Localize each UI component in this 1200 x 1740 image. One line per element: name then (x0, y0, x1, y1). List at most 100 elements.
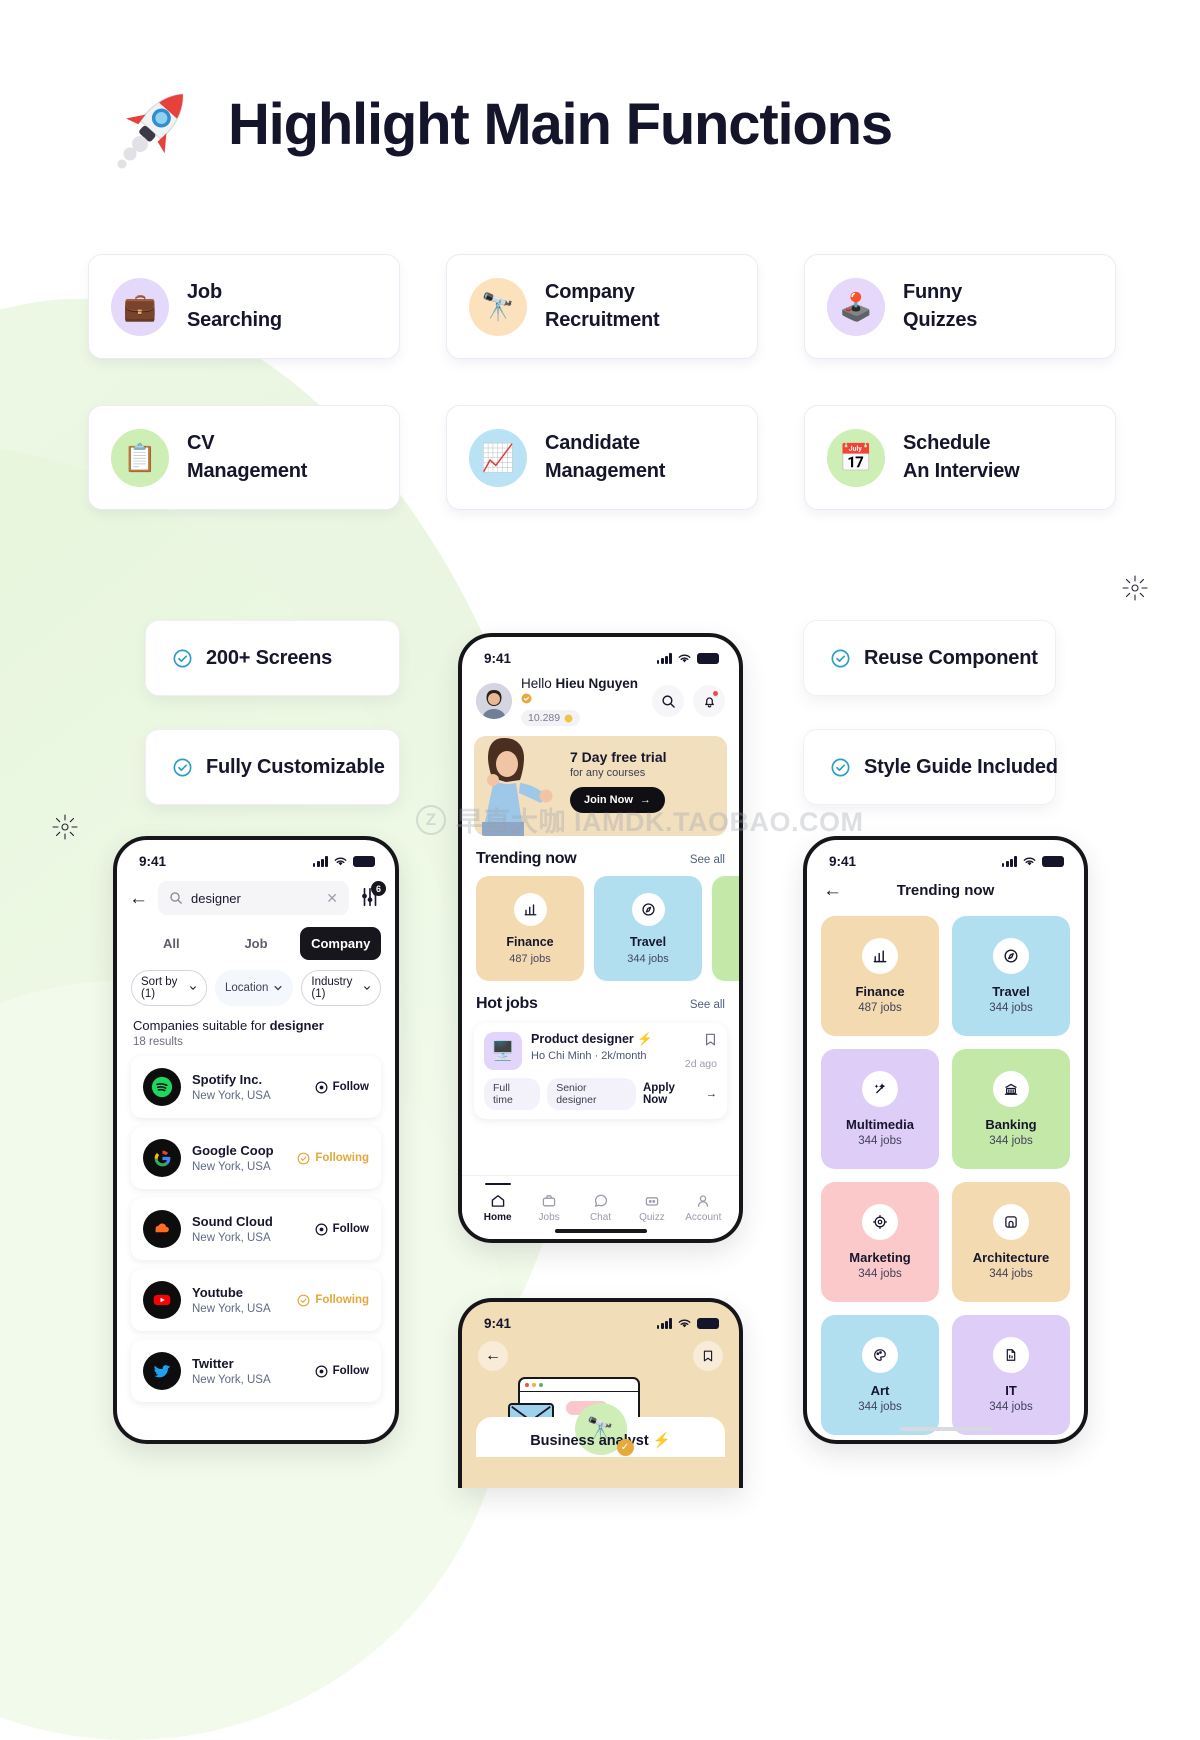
feature-card-job-searching[interactable]: 💼 Job Searching (88, 254, 400, 359)
trending-card-next[interactable] (712, 876, 739, 981)
back-arrow-icon[interactable]: ← (129, 889, 148, 908)
search-input[interactable]: designer ✕ (158, 881, 349, 915)
feature-card-label: CV Management (187, 430, 307, 485)
join-now-button[interactable]: Join Now → (570, 787, 665, 813)
home-header: Hello Hieu Nguyen 10.289 (462, 670, 739, 736)
tab-jobs[interactable]: Jobs (523, 1183, 574, 1223)
lightning-icon: ⚡ (652, 1433, 671, 1449)
badge-card-screens[interactable]: 200+ Screens (145, 620, 400, 696)
chip-sort-by[interactable]: Sort by (1) (131, 970, 207, 1006)
banner-photo (474, 736, 570, 836)
home-indicator (554, 1229, 647, 1233)
feature-card-schedule-interview[interactable]: 📅 Schedule An Interview (804, 405, 1116, 510)
tab-indicator-placeholder (690, 1183, 716, 1186)
clear-icon[interactable]: ✕ (326, 890, 338, 907)
notifications-button[interactable] (693, 685, 725, 717)
badge-card-reuse-component[interactable]: Reuse Component (803, 620, 1056, 696)
list-item[interactable]: Spotify Inc. New York, USA Follow (131, 1056, 381, 1118)
feature-card-cv-management[interactable]: 📋 CV Management (88, 405, 400, 510)
magic-wand-icon (862, 1071, 898, 1107)
hot-jobs-section-header: Hot jobs See all (462, 981, 739, 1021)
chip-industry[interactable]: Industry (1) (301, 970, 381, 1006)
badge-card-style-guide[interactable]: Style Guide Included (803, 729, 1058, 805)
tab-company[interactable]: Company (300, 927, 382, 960)
list-item[interactable]: Youtube New York, USA Following (131, 1269, 381, 1331)
list-item[interactable]: Sound Cloud New York, USA Follow (131, 1198, 381, 1260)
category-card-architecture[interactable]: Architecture 344 jobs (952, 1182, 1070, 1302)
category-name: Travel (992, 984, 1030, 999)
following-button[interactable]: Following (297, 1152, 369, 1165)
filter-button[interactable]: 6 (359, 881, 386, 910)
tab-quizz[interactable]: Quizz (626, 1183, 677, 1223)
avatar[interactable] (476, 683, 512, 719)
hot-job-posted: 2d ago (684, 1058, 717, 1070)
tab-home[interactable]: Home (472, 1182, 523, 1223)
tab-account[interactable]: Account (678, 1183, 729, 1223)
arrow-right-icon: → (639, 794, 651, 806)
category-card-marketing[interactable]: Marketing 344 jobs (821, 1182, 939, 1302)
category-name: Marketing (849, 1250, 911, 1265)
feature-label-line2: Quizzes (903, 308, 978, 331)
trending-card-travel[interactable]: Travel 344 jobs (594, 876, 702, 981)
category-card-multimedia[interactable]: Multimedia 344 jobs (821, 1049, 939, 1169)
tab-indicator-placeholder (536, 1183, 562, 1186)
category-card-travel[interactable]: Travel 344 jobs (952, 916, 1070, 1036)
tab-indicator-placeholder (588, 1183, 614, 1186)
hot-job-card[interactable]: 🖥️ Product designer ⚡ Ho Chi Minh · 2k/m… (474, 1023, 727, 1119)
category-card-art[interactable]: Art 344 jobs (821, 1315, 939, 1435)
tab-label: Jobs (538, 1212, 560, 1223)
feature-label-line1: Job (187, 281, 222, 304)
feature-card-company-recruitment[interactable]: 🔭 Company Recruitment (446, 254, 758, 359)
following-button[interactable]: Following (297, 1294, 369, 1307)
feature-label-line2: Management (545, 459, 666, 482)
hot-job-title: Product designer ⚡ (531, 1032, 676, 1047)
feature-card-funny-quizzes[interactable]: 🕹️ Funny Quizzes (804, 254, 1116, 359)
wifi-icon (678, 1319, 691, 1328)
category-name: Multimedia (846, 1117, 914, 1132)
category-card-finance[interactable]: Finance 487 jobs (821, 916, 939, 1036)
search-button[interactable] (652, 685, 684, 717)
back-button[interactable]: ← (478, 1341, 508, 1371)
company-meta: Sound Cloud New York, USA (192, 1214, 304, 1244)
join-now-label: Join Now (584, 794, 633, 806)
bookmark-button[interactable] (693, 1341, 723, 1371)
hot-job-subtitle: Ho Chi Minh · 2k/month (531, 1050, 647, 1062)
job-tag: Full time (484, 1078, 541, 1110)
tab-label: Home (483, 1212, 512, 1223)
list-item[interactable]: Twitter New York, USA Follow (131, 1340, 381, 1402)
follow-button[interactable]: Follow (315, 1365, 369, 1378)
compass-icon (631, 892, 665, 926)
job-tag: Senior designer (547, 1078, 636, 1110)
list-item[interactable]: Google Coop New York, USA Following (131, 1127, 381, 1189)
calendar-icon: 📅 (827, 428, 885, 487)
wifi-icon (1023, 857, 1036, 866)
trending-card-finance[interactable]: Finance 487 jobs (476, 876, 584, 981)
apply-now-button[interactable]: Apply Now → (643, 1082, 717, 1106)
chip-location[interactable]: Location (214, 970, 294, 1006)
follow-button[interactable]: Follow (315, 1081, 369, 1094)
category-card-it[interactable]: IT 344 jobs (952, 1315, 1070, 1435)
chip-label: Sort by (1) (141, 976, 178, 1000)
category-jobs: 344 jobs (858, 1401, 902, 1413)
company-location: New York, USA (192, 1232, 271, 1244)
trending-see-all[interactable]: See all (690, 854, 725, 866)
tab-job[interactable]: Job (216, 927, 297, 960)
category-card-banking[interactable]: Banking 344 jobs (952, 1049, 1070, 1169)
follow-button[interactable]: Follow (315, 1223, 369, 1236)
bar-chart-icon (862, 938, 898, 974)
hot-jobs-see-all[interactable]: See all (690, 999, 725, 1011)
following-label: Following (315, 1294, 369, 1306)
feature-card-candidate-management[interactable]: 📈 Candidate Management (446, 405, 758, 510)
bookmark-icon[interactable] (704, 1032, 717, 1047)
badge-card-customizable[interactable]: Fully Customizable (145, 729, 400, 805)
results-count: 18 results (133, 1036, 183, 1048)
bank-icon (993, 1071, 1029, 1107)
search-scope-tabs: All Job Company (117, 921, 395, 966)
tab-label: Chat (589, 1212, 612, 1223)
phone-mockup-search: 9:41 ← designer ✕ 6 All Job Company Sort… (113, 836, 399, 1444)
promo-banner[interactable]: 7 Day free trial for any courses Join No… (474, 736, 727, 836)
trending-carousel[interactable]: Finance 487 jobs Travel 344 jobs (462, 876, 739, 981)
tab-all[interactable]: All (131, 927, 212, 960)
compass-icon (993, 938, 1029, 974)
tab-chat[interactable]: Chat (575, 1183, 626, 1223)
